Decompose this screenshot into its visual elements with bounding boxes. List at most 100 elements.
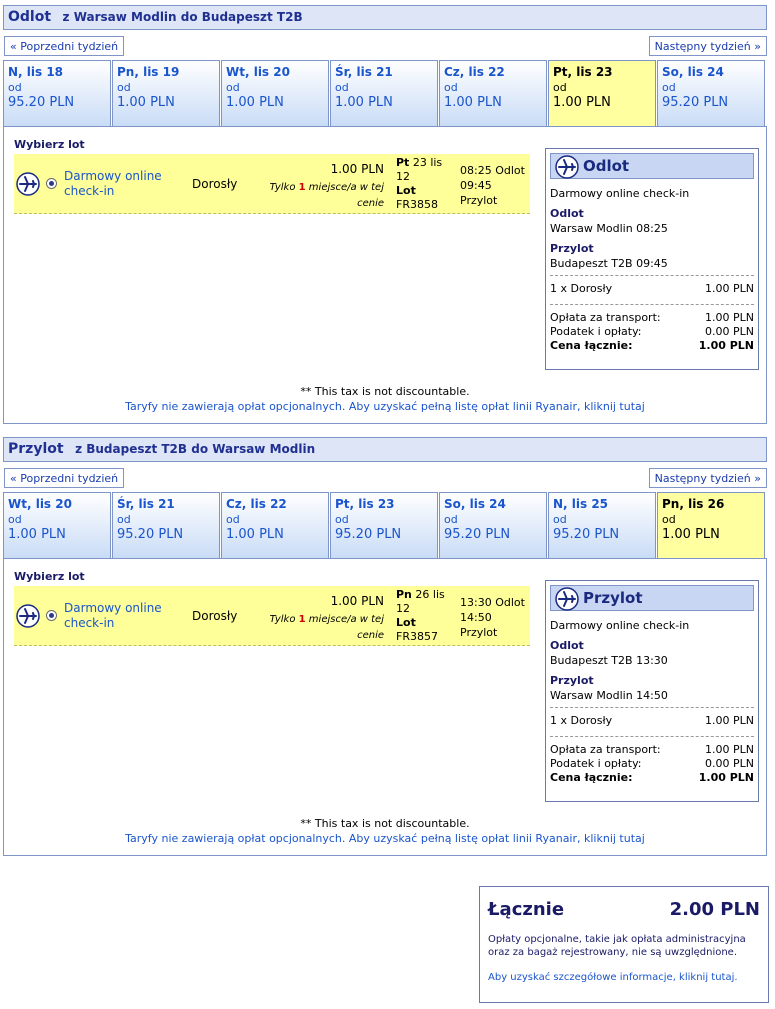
summary-tax-row: Podatek i opłaty: 0.00 PLN (550, 757, 754, 770)
seats-number: 1 (298, 182, 306, 193)
airplane-icon (555, 155, 579, 179)
summary-arrival-value: Warsaw Modlin 14:50 (550, 689, 668, 702)
outbound-flight-row[interactable]: Darmowy online check-in Dorosły 1.00 PLN… (14, 154, 530, 214)
seats-left-notice: Tylko 1 miejsce/a w tej cenie (244, 180, 384, 212)
day-price: 1.00 PLN (335, 95, 393, 110)
summary-title: Odlot (583, 157, 630, 175)
details-link[interactable]: Aby uzyskać szczegółowe informacje, klik… (488, 971, 762, 984)
inbound-day-tab-5[interactable]: N, lis 25 od 95.20 PLN (548, 492, 656, 558)
tax-value: 0.00 PLN (705, 757, 754, 770)
inbound-flight-panel: Wybierz lot Darmowy online check-in Doro… (3, 558, 767, 856)
optional-fees-link[interactable]: Taryfy nie zawierają opłat opcjonalnych.… (4, 832, 766, 845)
inbound-day-tab-4[interactable]: So, lis 24 od 95.20 PLN (439, 492, 547, 558)
inbound-next-week-button[interactable]: Następny tydzień » (648, 468, 767, 488)
day-price: 1.00 PLN (117, 95, 175, 110)
seats-left-notice: Tylko 1 miejsce/a w tej cenie (244, 612, 384, 644)
flight-weekday: Pt (396, 156, 410, 169)
inbound-day-tab-0[interactable]: Wt, lis 20 od 1.00 PLN (3, 492, 111, 558)
day-from: od (662, 81, 676, 94)
summary-total-row: Cena łącznie: 1.00 PLN (550, 339, 754, 352)
day-from: od (662, 513, 676, 526)
tax-note: ** This tax is not discountable. (300, 817, 470, 830)
flight-date: Pn 26 lis 12 Lot FR3857 (396, 588, 454, 644)
summary-checkin: Darmowy online check-in (550, 187, 690, 200)
day-label: Śr, lis 21 (117, 497, 175, 511)
total-value: 1.00 PLN (698, 771, 754, 784)
day-from: od (444, 81, 458, 94)
outbound-next-week-button[interactable]: Następny tydzień » (648, 36, 767, 56)
transport-value: 1.00 PLN (705, 743, 754, 756)
inbound-day-tab-1[interactable]: Śr, lis 21 od 95.20 PLN (112, 492, 220, 558)
inbound-day-tab-6[interactable]: Pn, lis 26 od 1.00 PLN (657, 492, 765, 558)
summary-departure-value: Warsaw Modlin 08:25 (550, 222, 668, 235)
free-checkin-label: Darmowy online check-in (64, 169, 162, 198)
outbound-summary-box: Odlot Darmowy online check-in Odlot Wars… (545, 148, 759, 370)
airplane-icon (16, 604, 40, 631)
flight-number: FR3858 (396, 198, 438, 211)
arrival-label: Przylot (460, 194, 498, 207)
inbound-day-tab-3[interactable]: Pt, lis 23 od 95.20 PLN (330, 492, 438, 558)
outbound-day-tab-2[interactable]: Wt, lis 20 od 1.00 PLN (221, 60, 329, 126)
day-label: Cz, lis 22 (226, 497, 287, 511)
flight-price: 1.00 PLN (330, 594, 384, 608)
divider (550, 736, 754, 737)
day-price: 1.00 PLN (662, 527, 720, 542)
outbound-day-tab-5[interactable]: Pt, lis 23 od 1.00 PLN (548, 60, 656, 126)
summary-passenger-row: 1 x Dorosły 1.00 PLN (550, 282, 754, 295)
day-label: Pn, lis 19 (117, 65, 180, 79)
seats-number: 1 (298, 614, 306, 625)
departure-time: 13:30 Odlot (460, 596, 525, 609)
seats-post: miejsce/a w tej cenie (308, 182, 384, 209)
outbound-week-nav: « Poprzedni tydzień Następny tydzień » (3, 36, 767, 58)
outbound-day-tab-3[interactable]: Śr, lis 21 od 1.00 PLN (330, 60, 438, 126)
inbound-day-tab-2[interactable]: Cz, lis 22 od 1.00 PLN (221, 492, 329, 558)
outbound-route: z Warsaw Modlin do Budapeszt T2B (62, 10, 303, 24)
flight-radio-button[interactable] (46, 178, 57, 189)
free-checkin-label: Darmowy online check-in (64, 601, 162, 630)
optional-fees-link[interactable]: Taryfy nie zawierają opłat opcjonalnych.… (4, 400, 766, 413)
inbound-title: Przylot (8, 441, 64, 457)
tax-value: 0.00 PLN (705, 325, 754, 338)
optional-fees-note: Opłaty opcjonalne, takie jak opłata admi… (488, 934, 746, 958)
inbound-day-tabs: Wt, lis 20 od 1.00 PLN Śr, lis 21 od 95.… (3, 492, 767, 558)
grand-total-label: Łącznie (488, 899, 565, 920)
arrival-label: Przylot (460, 626, 498, 639)
transport-value: 1.00 PLN (705, 311, 754, 324)
divider (550, 707, 754, 708)
day-price: 95.20 PLN (444, 527, 511, 542)
tax-label: Podatek i opłaty: (550, 325, 642, 338)
departure-time: 08:25 Odlot (460, 164, 525, 177)
day-price: 1.00 PLN (444, 95, 502, 110)
outbound-day-tabs: N, lis 18 od 95.20 PLN Pn, lis 19 od 1.0… (3, 60, 767, 126)
summary-departure-value: Budapeszt T2B 13:30 (550, 654, 668, 667)
day-from: od (226, 81, 240, 94)
passenger-type: Dorosły (192, 609, 238, 623)
summary-title: Przylot (583, 589, 643, 607)
outbound-day-tab-6[interactable]: So, lis 24 od 95.20 PLN (657, 60, 765, 126)
flight-radio-button[interactable] (46, 610, 57, 621)
outbound-notes: ** This tax is not discountable. Taryfy … (4, 385, 766, 413)
inbound-notes: ** This tax is not discountable. Taryfy … (4, 817, 766, 845)
inbound-prev-week-button[interactable]: « Poprzedni tydzień (4, 468, 125, 488)
choose-flight-title: Wybierz lot (14, 570, 85, 583)
day-from: od (117, 81, 131, 94)
day-label: Wt, lis 20 (226, 65, 290, 79)
outbound-day-tab-0[interactable]: N, lis 18 od 95.20 PLN (3, 60, 111, 126)
day-label: Pt, lis 23 (335, 497, 395, 511)
passenger-type: Dorosły (192, 177, 238, 191)
outbound-day-tab-1[interactable]: Pn, lis 19 od 1.00 PLN (112, 60, 220, 126)
day-from: od (335, 81, 349, 94)
outbound-prev-week-button[interactable]: « Poprzedni tydzień (4, 36, 125, 56)
transport-label: Opłata za transport: (550, 743, 661, 756)
summary-checkin: Darmowy online check-in (550, 619, 690, 632)
summary-departure-label: Odlot (550, 639, 584, 652)
flight-weekday: Pn (396, 588, 412, 601)
flight-date: Pt 23 lis 12 Lot FR3858 (396, 156, 454, 212)
inbound-flight-row[interactable]: Darmowy online check-in Dorosły 1.00 PLN… (14, 586, 530, 646)
day-from: od (226, 513, 240, 526)
summary-total-row: Cena łącznie: 1.00 PLN (550, 771, 754, 784)
day-price: 95.20 PLN (117, 527, 184, 542)
outbound-day-tab-4[interactable]: Cz, lis 22 od 1.00 PLN (439, 60, 547, 126)
airplane-icon (16, 172, 40, 199)
day-from: od (335, 513, 349, 526)
